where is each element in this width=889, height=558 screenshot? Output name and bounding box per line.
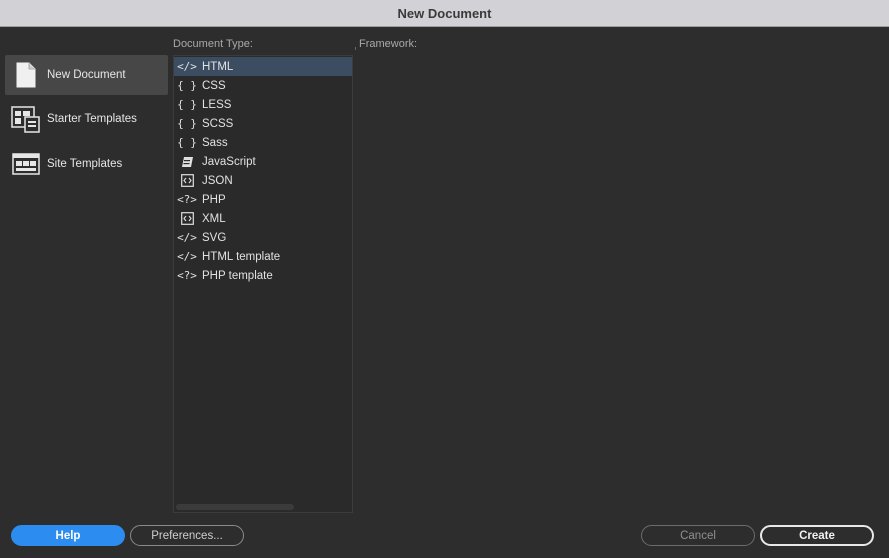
- javascript-icon: [178, 156, 196, 168]
- braces-icon: { }: [177, 79, 197, 92]
- braces-icon: { }: [177, 136, 197, 149]
- doc-type-html-template[interactable]: </> HTML template: [174, 247, 352, 266]
- document-type-header: Document Type:: [173, 38, 253, 50]
- help-button[interactable]: Help: [11, 525, 125, 546]
- doc-type-label: PHP template: [202, 269, 273, 282]
- doc-type-label: JavaScript: [202, 155, 256, 168]
- doc-type-php-template[interactable]: <?> PHP template: [174, 266, 352, 285]
- category-label: New Document: [47, 69, 126, 81]
- braces-icon: { }: [177, 117, 197, 130]
- window-title-bar: New Document: [0, 0, 889, 27]
- category-starter-templates[interactable]: Starter Templates: [5, 99, 168, 139]
- doc-type-label: SCSS: [202, 117, 234, 130]
- doc-type-xml[interactable]: XML: [174, 209, 352, 228]
- create-button[interactable]: Create: [760, 525, 874, 546]
- category-label: Starter Templates: [47, 113, 137, 125]
- starter-templates-icon: [11, 104, 41, 134]
- doc-type-scss[interactable]: { } SCSS: [174, 114, 352, 133]
- code-icon: </>: [177, 60, 197, 73]
- doc-type-label: LESS: [202, 98, 232, 111]
- doc-type-label: JSON: [202, 174, 233, 187]
- document-type-list[interactable]: </> HTML { } CSS { } LESS { } SCSS { } S…: [173, 55, 353, 513]
- category-label: Site Templates: [47, 158, 123, 170]
- code-icon: </>: [177, 250, 197, 263]
- preferences-button[interactable]: Preferences...: [130, 525, 244, 546]
- window-title: New Document: [397, 5, 492, 21]
- code-icon: </>: [177, 231, 197, 244]
- new-document-dialog: New Document Starter Templates Site Temp…: [0, 27, 889, 558]
- php-icon: <?>: [177, 269, 197, 282]
- category-new-document[interactable]: New Document: [5, 55, 168, 95]
- doc-type-label: HTML: [202, 60, 234, 73]
- framework-header: Framework:: [359, 38, 418, 50]
- doc-type-label: PHP: [202, 193, 226, 206]
- php-icon: <?>: [177, 193, 197, 206]
- doc-type-label: Sass: [202, 136, 228, 149]
- doc-type-php[interactable]: <?> PHP: [174, 190, 352, 209]
- doc-type-label: HTML template: [202, 250, 281, 263]
- doc-type-sass[interactable]: { } Sass: [174, 133, 352, 152]
- doc-type-javascript[interactable]: JavaScript: [174, 152, 352, 171]
- site-templates-icon: [11, 149, 41, 179]
- framework-divider: [355, 47, 356, 50]
- category-site-templates[interactable]: Site Templates: [5, 144, 168, 184]
- braces-icon: { }: [177, 98, 197, 111]
- document-icon: [11, 60, 41, 90]
- doc-type-json[interactable]: JSON: [174, 171, 352, 190]
- doc-type-css[interactable]: { } CSS: [174, 76, 352, 95]
- horizontal-scrollbar[interactable]: [176, 504, 294, 510]
- doc-type-label: XML: [202, 212, 226, 225]
- doc-type-less[interactable]: { } LESS: [174, 95, 352, 114]
- json-icon: [178, 174, 196, 187]
- doc-type-label: SVG: [202, 231, 227, 244]
- cancel-button[interactable]: Cancel: [641, 525, 755, 546]
- doc-type-svg[interactable]: </> SVG: [174, 228, 352, 247]
- doc-type-html[interactable]: </> HTML: [174, 57, 352, 76]
- xml-icon: [178, 212, 196, 225]
- doc-type-label: CSS: [202, 79, 226, 92]
